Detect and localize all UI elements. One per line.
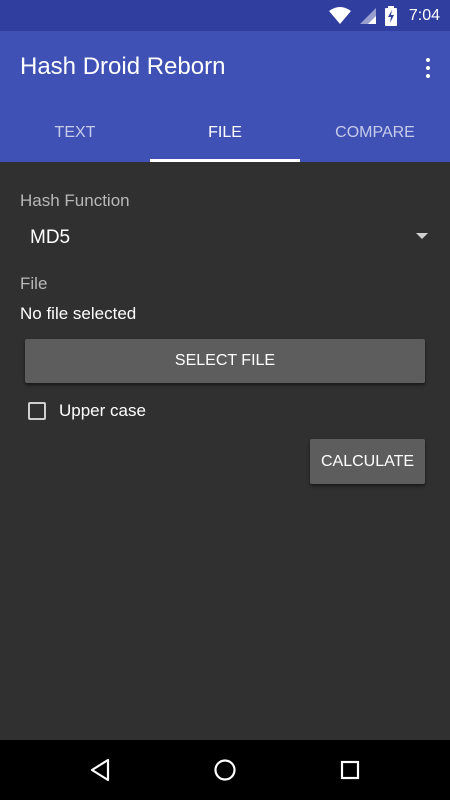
tab-bar: TEXT FILE COMPARE <box>0 104 450 162</box>
battery-charging-icon <box>384 5 397 26</box>
uppercase-checkbox[interactable] <box>28 402 46 420</box>
dropdown-arrow-icon <box>416 233 428 239</box>
tab-text[interactable]: TEXT <box>0 104 150 162</box>
status-bar: 7:04 <box>0 0 450 31</box>
file-value: No file selected <box>20 304 137 323</box>
back-icon[interactable] <box>86 756 114 784</box>
signal-icon <box>359 7 376 24</box>
file-label: File <box>20 274 48 293</box>
navigation-bar <box>0 740 450 800</box>
home-icon[interactable] <box>211 756 239 784</box>
app-title: Hash Droid Reborn <box>20 53 226 80</box>
file-hash-form: Hash Function MD5 File No file selected … <box>0 162 450 740</box>
recents-icon[interactable] <box>336 756 364 784</box>
more-vert-icon[interactable] <box>420 53 436 83</box>
select-file-button[interactable]: SELECT FILE <box>25 339 425 383</box>
hash-function-label: Hash Function <box>20 191 130 210</box>
app-toolbar: Hash Droid Reborn <box>0 31 450 104</box>
wifi-icon <box>328 6 351 24</box>
tab-compare[interactable]: COMPARE <box>300 104 450 162</box>
hash-function-value: MD5 <box>30 227 71 248</box>
status-icons: 7:04 <box>328 0 440 31</box>
calculate-button[interactable]: CALCULATE <box>310 439 425 484</box>
uppercase-label: Upper case <box>59 401 146 420</box>
tab-file[interactable]: FILE <box>150 104 300 162</box>
hash-function-dropdown[interactable]: MD5 <box>20 222 430 254</box>
uppercase-checkbox-row[interactable]: Upper case <box>28 399 146 423</box>
status-time: 7:04 <box>408 6 440 24</box>
